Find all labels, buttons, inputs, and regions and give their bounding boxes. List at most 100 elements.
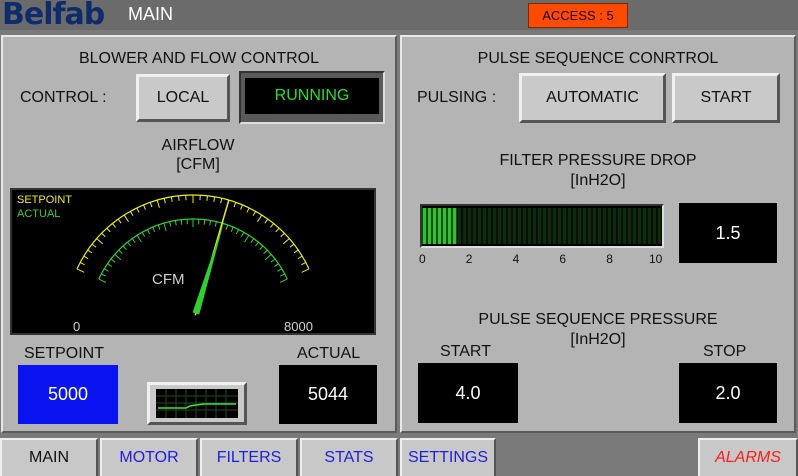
actual-tick	[107, 263, 112, 267]
actual-tick	[270, 258, 276, 263]
bar-segment-empty	[487, 208, 492, 244]
bar-segment-empty	[642, 208, 647, 244]
bar-segment-empty	[457, 208, 462, 244]
actual-value: 5044	[279, 365, 377, 424]
actual-tick	[279, 278, 288, 283]
actual-tick	[152, 226, 156, 232]
actual-tick	[127, 241, 132, 247]
bar-segment-empty	[527, 208, 532, 244]
bar-segment-filled	[427, 208, 432, 244]
pulse-start-value[interactable]: 4.0	[418, 363, 518, 423]
setpoint-tick	[87, 249, 93, 254]
bar-segment-empty	[562, 208, 567, 244]
bar-segment-empty	[652, 208, 657, 244]
tab-filters[interactable]: FILTERS	[200, 438, 298, 476]
setpoint-tick	[257, 214, 263, 223]
airflow-gauge-svg: SETPOINT ACTUAL CFM 0 8000	[17, 194, 313, 333]
bar-segment-filled	[447, 208, 452, 244]
bar-segment-empty	[472, 208, 477, 244]
setpoint-tick	[289, 243, 295, 248]
tab-motor[interactable]: MOTOR	[100, 438, 198, 476]
bar-segment-empty	[572, 208, 577, 244]
bar-segment-empty	[507, 208, 512, 244]
tab-stats[interactable]: STATS	[300, 438, 398, 476]
running-status: RUNNING	[245, 78, 379, 114]
actual-arc	[98, 218, 288, 280]
setpoint-tick	[130, 211, 134, 216]
actual-tick	[114, 254, 122, 261]
actual-tick	[259, 245, 264, 251]
bar-segment-empty	[512, 208, 517, 244]
bar-segment-empty	[647, 208, 652, 244]
bar-segment-empty	[657, 208, 662, 244]
actual-tick	[250, 238, 255, 243]
bar-segment-empty	[607, 208, 612, 244]
start-button[interactable]: START	[672, 73, 780, 123]
access-level-indicator[interactable]: ACCESS : 5	[528, 3, 628, 28]
bar-segment-empty	[547, 208, 552, 244]
setpoint-value[interactable]: 5000	[18, 365, 118, 424]
setpoint-tick	[123, 214, 129, 223]
actual-tick	[157, 224, 161, 230]
setpoint-tick	[149, 202, 153, 208]
pulse-start-label: START	[440, 343, 491, 360]
bar-segment-empty	[627, 208, 632, 244]
bar-segment-empty	[587, 208, 592, 244]
local-button[interactable]: LOCAL	[136, 74, 230, 122]
setpoint-tick	[246, 207, 250, 213]
setpoint-tick	[76, 268, 85, 273]
alarms-button[interactable]: ALARMS	[698, 438, 798, 476]
gauge-unit-label: CFM	[152, 271, 185, 288]
automatic-button[interactable]: AUTOMATIC	[519, 73, 666, 123]
setpoint-tick	[83, 255, 89, 260]
control-label: CONTROL :	[20, 89, 107, 106]
actual-tick	[122, 245, 127, 251]
tab-settings[interactable]: SETTINGS	[400, 438, 496, 476]
actual-tick	[235, 229, 240, 235]
pulse-stop-value[interactable]: 2.0	[679, 363, 777, 423]
bar-segment-empty	[537, 208, 542, 244]
actual-tick	[118, 249, 123, 254]
setpoint-tick	[220, 198, 223, 204]
actual-tick	[136, 235, 142, 243]
actual-tick	[180, 219, 183, 225]
gauge-legend-actual: ACTUAL	[17, 208, 60, 220]
bar-segment-empty	[477, 208, 482, 244]
actual-tick	[141, 232, 146, 237]
setpoint-tick	[233, 202, 237, 208]
actual-tick	[110, 258, 116, 263]
bar-segment-filled	[442, 208, 447, 244]
setpoint-tick	[136, 207, 140, 213]
top-bar	[0, 0, 798, 30]
actual-tick	[263, 249, 268, 254]
bar-segment-empty	[622, 208, 627, 244]
trend-button[interactable]	[147, 382, 247, 425]
actual-tick	[174, 220, 177, 226]
setpoint-tick	[270, 223, 274, 228]
airflow-title: AIRFLOW	[161, 137, 235, 154]
setpoint-tick	[206, 195, 208, 201]
bar-segment-empty	[532, 208, 537, 244]
actual-tick	[163, 223, 167, 231]
actual-tick	[214, 221, 217, 227]
filter-pressure-value: 1.5	[679, 203, 777, 263]
bar-segment-empty	[497, 208, 502, 244]
actual-tick	[230, 226, 234, 232]
actual-tick	[240, 232, 245, 237]
bar-segment-filled	[432, 208, 437, 244]
bar-segment-empty	[602, 208, 607, 244]
actual-tick	[244, 235, 250, 243]
filter-pressure-unit: [InH2O]	[570, 172, 626, 189]
tab-main[interactable]: MAIN	[0, 438, 98, 476]
bar-segment-empty	[582, 208, 587, 244]
setpoint-tick	[297, 255, 303, 260]
setpoint-tick	[143, 204, 146, 210]
airflow-gauge: SETPOINT ACTUAL CFM 0 8000	[10, 188, 376, 335]
setpoint-tick	[101, 232, 106, 238]
filter-pressure-bar	[420, 204, 664, 248]
actual-tick	[225, 224, 229, 230]
bar-segment-empty	[542, 208, 547, 244]
setpoint-tick	[240, 204, 243, 210]
setpoint-tick	[252, 211, 256, 216]
bar-tick-label: 4	[512, 252, 520, 266]
